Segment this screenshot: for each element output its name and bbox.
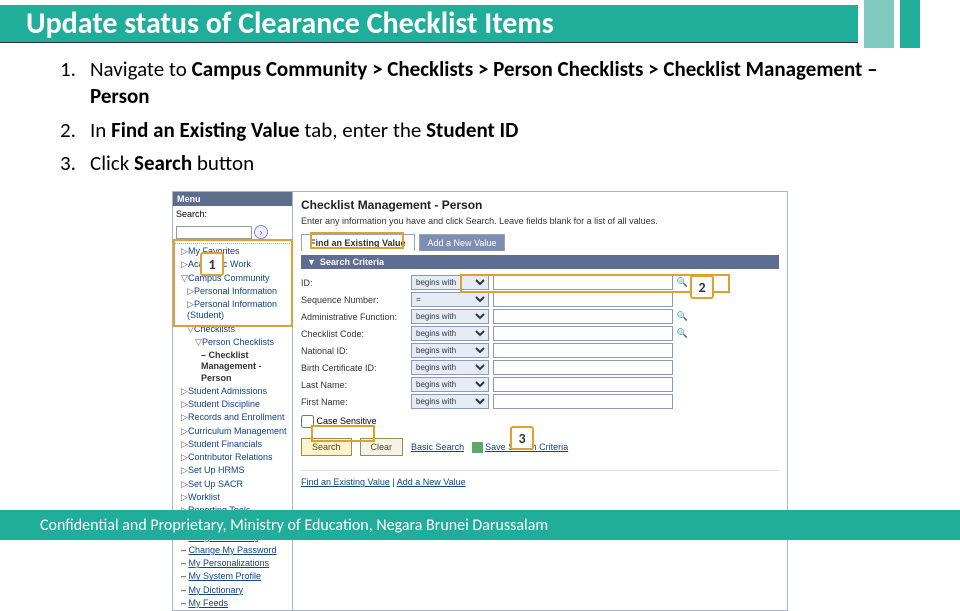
value-input[interactable] xyxy=(493,360,673,375)
nav-item[interactable]: ▷Student Discipline xyxy=(173,398,292,411)
nav-item[interactable]: ▷Student Financials xyxy=(173,438,292,451)
criteria-row: Last Name:begins with xyxy=(301,377,779,392)
clear-button[interactable]: Clear xyxy=(360,438,404,456)
main-hint: Enter any information you have and click… xyxy=(301,216,779,226)
screenshot-area: Menu Search: › ▷My Favorites ▷Academic W… xyxy=(0,191,960,611)
save-icon xyxy=(472,442,483,453)
footer-bar: Confidential and Proprietary, Ministry o… xyxy=(0,510,960,540)
criteria-row: Administrative Function:begins with 🔍 xyxy=(301,309,779,324)
callout-1: 1 xyxy=(200,252,224,276)
nav-header: Menu xyxy=(173,192,292,206)
criteria-header: ▼Search Criteria xyxy=(301,255,779,269)
nav-search-label: Search: xyxy=(176,209,207,219)
main-panel: Checklist Management - Person Enter any … xyxy=(293,192,787,610)
criteria-row: First Name:begins with xyxy=(301,394,779,409)
nav-link[interactable]: – My Personalizations xyxy=(173,557,292,570)
case-sensitive-checkbox[interactable] xyxy=(301,415,314,428)
page-title: Update status of Clearance Checklist Ite… xyxy=(26,5,554,42)
nav-item[interactable]: ▷Records and Enrollment xyxy=(173,411,292,424)
nav-item[interactable]: ▷Academic Work xyxy=(173,258,292,271)
criteria-row: Birth Certificate ID:begins with xyxy=(301,360,779,375)
field-label: Last Name: xyxy=(301,380,411,390)
value-input[interactable] xyxy=(493,275,673,290)
value-input[interactable] xyxy=(493,292,673,307)
lookup-icon[interactable]: 🔍 xyxy=(676,310,689,323)
bottom-add-new[interactable]: Add a New Value xyxy=(397,477,466,487)
nav-person-checklists[interactable]: ▽Person Checklists xyxy=(173,336,292,349)
footer-text: Confidential and Proprietary, Ministry o… xyxy=(40,516,548,535)
nav-link[interactable]: – My Dictionary xyxy=(173,584,292,597)
lookup-icon[interactable]: 🔍 xyxy=(676,327,689,340)
instruction-list: 1. Navigate to Campus Community > Checkl… xyxy=(0,48,960,189)
nav-personal-info[interactable]: ▷Personal Information xyxy=(173,285,292,298)
nav-checklist-mgmt[interactable]: – Checklist Management - Person xyxy=(173,349,292,385)
value-input[interactable] xyxy=(493,394,673,409)
lookup-icon[interactable]: 🔍 xyxy=(676,276,689,289)
nav-search-input[interactable] xyxy=(176,226,252,239)
operator-select[interactable]: begins with xyxy=(411,275,489,290)
operator-select[interactable]: = xyxy=(411,292,489,307)
value-input[interactable] xyxy=(493,309,673,324)
operator-select[interactable]: begins with xyxy=(411,394,489,409)
nav-search-row: Search: xyxy=(173,206,292,222)
nav-item[interactable]: ▷Set Up SACR xyxy=(173,478,292,491)
nav-campus-community[interactable]: ▽Campus Community xyxy=(173,272,292,285)
field-label: Checklist Code: xyxy=(301,329,411,339)
search-button[interactable]: Search xyxy=(301,438,352,456)
tab-row: Find an Existing Value Add a New Value xyxy=(301,234,779,251)
operator-select[interactable]: begins with xyxy=(411,360,489,375)
bottom-links: Find an Existing Value | Add a New Value xyxy=(301,470,779,487)
decor-tab-2 xyxy=(900,0,920,48)
field-label: Sequence Number: xyxy=(301,295,411,305)
value-input[interactable] xyxy=(493,377,673,392)
value-input[interactable] xyxy=(493,343,673,358)
field-label: First Name: xyxy=(301,397,411,407)
app-window: Menu Search: › ▷My Favorites ▷Academic W… xyxy=(172,191,788,611)
nav-panel: Menu Search: › ▷My Favorites ▷Academic W… xyxy=(173,192,293,610)
decor-tab-1 xyxy=(864,0,894,48)
field-label: Administrative Function: xyxy=(301,312,411,322)
callout-3: 3 xyxy=(510,426,534,450)
field-label: ID: xyxy=(301,278,411,288)
nav-link[interactable]: – My System Profile xyxy=(173,570,292,583)
screenshot-wrap: Menu Search: › ▷My Favorites ▷Academic W… xyxy=(172,191,788,611)
nav-item[interactable]: ▷Curriculum Management xyxy=(173,425,292,438)
operator-select[interactable]: begins with xyxy=(411,377,489,392)
operator-select[interactable]: begins with xyxy=(411,309,489,324)
case-sensitive-row: Case Sensitive xyxy=(301,415,779,428)
nav-search-input-row: › xyxy=(173,222,292,242)
button-row: Search Clear Basic Search Save Search Cr… xyxy=(301,438,779,456)
callout-2: 2 xyxy=(690,275,714,299)
tab-find-existing[interactable]: Find an Existing Value xyxy=(301,234,415,251)
criteria-row: National ID:begins with xyxy=(301,343,779,358)
operator-select[interactable]: begins with xyxy=(411,343,489,358)
chevron-down-icon: ▼ xyxy=(307,257,316,267)
operator-select[interactable]: begins with xyxy=(411,326,489,341)
nav-item[interactable]: ▷Contributor Relations xyxy=(173,451,292,464)
step-2: 2. In Find an Existing Value tab, enter … xyxy=(60,117,900,144)
nav-personal-info-student[interactable]: ▷Personal Information (Student) xyxy=(173,298,292,323)
field-label: Birth Certificate ID: xyxy=(301,363,411,373)
step-1: 1. Navigate to Campus Community > Checkl… xyxy=(60,56,900,111)
criteria-row: Checklist Code:begins with 🔍 xyxy=(301,326,779,341)
title-background: Update status of Clearance Checklist Ite… xyxy=(0,5,858,43)
basic-search-link[interactable]: Basic Search xyxy=(411,442,464,452)
nav-checklists[interactable]: ▽Checklists xyxy=(173,323,292,336)
step-3: 3. Click Search button xyxy=(60,150,900,177)
field-label: National ID: xyxy=(301,346,411,356)
main-heading: Checklist Management - Person xyxy=(301,198,779,212)
value-input[interactable] xyxy=(493,326,673,341)
title-bar: Update status of Clearance Checklist Ite… xyxy=(0,0,960,48)
nav-link[interactable]: – Change My Password xyxy=(173,544,292,557)
nav-link[interactable]: – My Feeds xyxy=(173,597,292,610)
nav-search-go-icon[interactable]: › xyxy=(254,225,268,239)
tab-add-new[interactable]: Add a New Value xyxy=(419,234,506,251)
bottom-find-existing[interactable]: Find an Existing Value xyxy=(301,477,390,487)
case-sensitive-label: Case Sensitive xyxy=(317,416,377,426)
nav-sep xyxy=(173,243,292,244)
nav-item[interactable]: ▷Worklist xyxy=(173,491,292,504)
nav-favorites[interactable]: ▷My Favorites xyxy=(173,245,292,258)
nav-item[interactable]: ▷Student Admissions xyxy=(173,385,292,398)
nav-item[interactable]: ▷Set Up HRMS xyxy=(173,464,292,477)
